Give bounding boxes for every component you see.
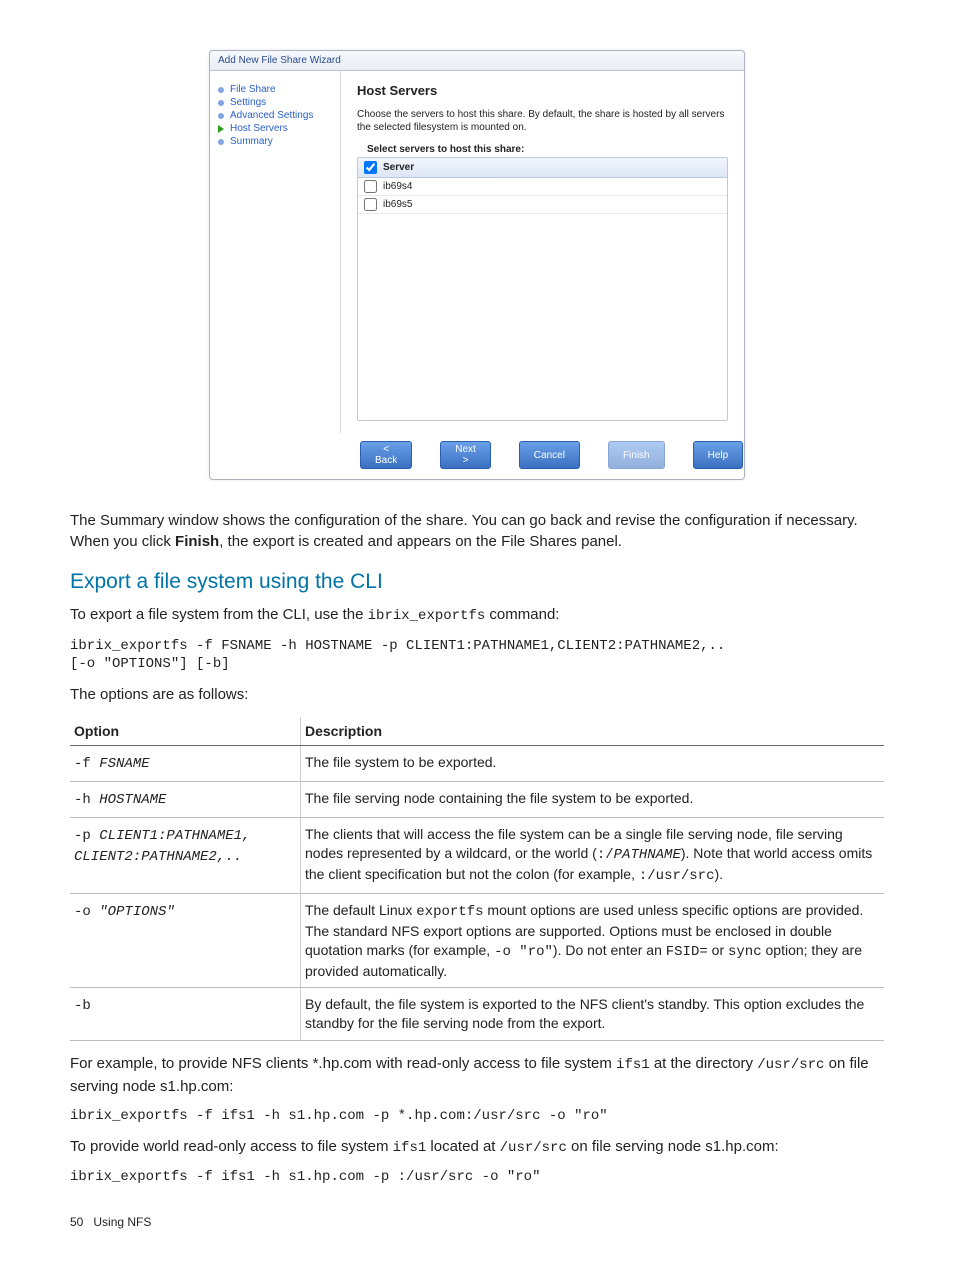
server-row[interactable]: ib69s5	[358, 196, 727, 214]
option-cell: -p CLIENT1:PATHNAME1,CLIENT2:PATHNAME2,.…	[70, 818, 301, 894]
option-cell: -o "OPTIONS"	[70, 893, 301, 988]
page-description: Choose the servers to host this share. B…	[357, 108, 728, 134]
arrow-icon	[218, 125, 224, 133]
example2-text: To provide world read-only access to fil…	[70, 1136, 884, 1159]
select-all-checkbox[interactable]	[364, 161, 377, 174]
bullet-icon	[218, 87, 224, 93]
finish-button: Finish	[608, 441, 665, 469]
section-heading-export-cli: Export a file system using the CLI	[70, 570, 884, 594]
server-checkbox[interactable]	[364, 198, 377, 211]
table-row: -f FSNAMEThe file system to be exported.	[70, 746, 884, 782]
nav-label: Host Servers	[230, 123, 288, 134]
example2-command: ibrix_exportfs -f ifs1 -h s1.hp.com -p :…	[70, 1168, 884, 1187]
table-row: -o "OPTIONS"The default Linux exportfs m…	[70, 893, 884, 988]
col-description: Description	[301, 717, 885, 746]
description-cell: The file system to be exported.	[301, 746, 885, 782]
wizard-button-bar: < Back Next > Cancel Finish Help	[210, 433, 744, 479]
table-row: -p CLIENT1:PATHNAME1,CLIENT2:PATHNAME2,.…	[70, 818, 884, 894]
list-subhead: Select servers to host this share:	[357, 144, 728, 155]
wizard-title: Add New File Share Wizard	[210, 51, 744, 71]
back-button[interactable]: < Back	[360, 441, 412, 469]
nav-advanced-settings[interactable]: Advanced Settings	[216, 109, 334, 122]
help-button[interactable]: Help	[693, 441, 744, 469]
page-heading: Host Servers	[357, 83, 728, 98]
wizard-nav: File Share Settings Advanced Settings Ho…	[210, 71, 341, 433]
cancel-button[interactable]: Cancel	[519, 441, 580, 469]
nav-label: Summary	[230, 136, 273, 147]
server-row[interactable]: ib69s4	[358, 178, 727, 196]
bullet-icon	[218, 139, 224, 145]
table-row: -bBy default, the file system is exporte…	[70, 988, 884, 1041]
server-name: ib69s5	[383, 199, 412, 210]
col-option: Option	[70, 717, 301, 746]
option-cell: -f FSNAME	[70, 746, 301, 782]
table-row: -h HOSTNAMEThe file serving node contain…	[70, 782, 884, 818]
options-table: Option Description -f FSNAMEThe file sys…	[70, 717, 884, 1041]
description-cell: The default Linux exportfs mount options…	[301, 893, 885, 988]
next-button[interactable]: Next >	[440, 441, 491, 469]
example1-text: For example, to provide NFS clients *.hp…	[70, 1053, 884, 1097]
add-file-share-wizard: Add New File Share Wizard File Share Set…	[209, 50, 745, 480]
bullet-icon	[218, 100, 224, 106]
nav-summary[interactable]: Summary	[216, 135, 334, 148]
nav-label: Advanced Settings	[230, 110, 313, 121]
server-name: ib69s4	[383, 181, 412, 192]
col-server: Server	[383, 162, 414, 173]
nav-settings[interactable]: Settings	[216, 96, 334, 109]
nav-host-servers[interactable]: Host Servers	[216, 122, 334, 135]
description-cell: The file serving node containing the fil…	[301, 782, 885, 818]
server-checkbox[interactable]	[364, 180, 377, 193]
server-list: Server ib69s4 ib69s5	[357, 157, 728, 421]
server-list-header: Server	[358, 158, 727, 178]
cli-intro: To export a file system from the CLI, us…	[70, 604, 884, 627]
page-footer: 50 Using NFS	[70, 1215, 884, 1229]
description-cell: By default, the file system is exported …	[301, 988, 885, 1041]
options-lead: The options are as follows:	[70, 684, 884, 705]
nav-file-share[interactable]: File Share	[216, 83, 334, 96]
option-cell: -h HOSTNAME	[70, 782, 301, 818]
nav-label: Settings	[230, 97, 266, 108]
bullet-icon	[218, 113, 224, 119]
nav-label: File Share	[230, 84, 276, 95]
description-cell: The clients that will access the file sy…	[301, 818, 885, 894]
example1-command: ibrix_exportfs -f ifs1 -h s1.hp.com -p *…	[70, 1107, 884, 1126]
cli-syntax-block: ibrix_exportfs -f FSNAME -h HOSTNAME -p …	[70, 637, 884, 675]
option-cell: -b	[70, 988, 301, 1041]
summary-paragraph: The Summary window shows the configurati…	[70, 510, 884, 552]
